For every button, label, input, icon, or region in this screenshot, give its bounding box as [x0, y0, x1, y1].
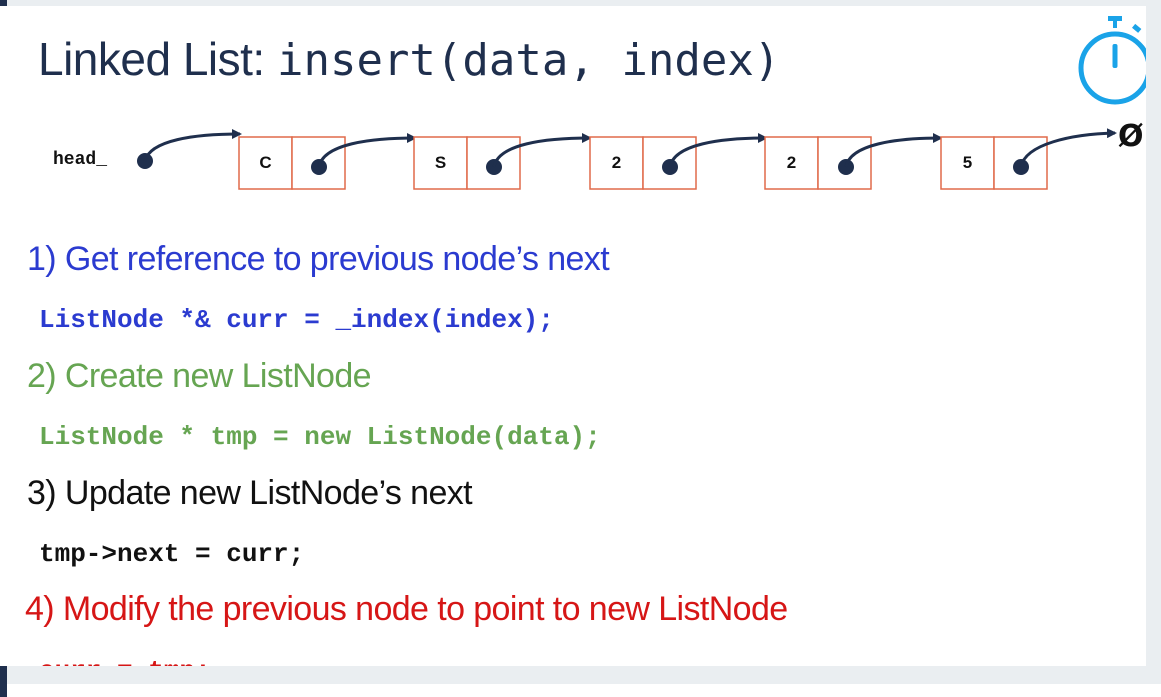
- head-label: head_: [53, 150, 107, 170]
- list-node: 2: [589, 133, 768, 190]
- stopwatch-icon: [1078, 16, 1146, 105]
- node-value: C: [259, 153, 271, 172]
- list-node: 2: [764, 133, 943, 190]
- step-1-label: 1) Get reference to previous node’s next: [27, 240, 610, 278]
- step-4-code: curr = tmp;: [39, 656, 211, 666]
- linked-list-diagram: head_ C S 2 2 5 Ø: [53, 119, 1144, 190]
- list-node: S: [413, 133, 592, 190]
- null-symbol: Ø: [1118, 119, 1144, 154]
- node-value: 2: [612, 153, 621, 172]
- next-slide-peek: [0, 684, 1161, 697]
- step-3-code: tmp->next = curr;: [39, 539, 305, 569]
- step-4-label: 4) Modify the previous node to point to …: [25, 590, 788, 628]
- list-node: C: [238, 133, 417, 190]
- node-value: 5: [963, 153, 972, 172]
- head-pointer-arrow: [143, 129, 242, 162]
- step-1-code: ListNode *& curr = _index(index);: [39, 305, 554, 335]
- step-2-code: ListNode * tmp = new ListNode(data);: [39, 422, 601, 452]
- node-value: S: [435, 153, 446, 172]
- step-2-label: 2) Create new ListNode: [27, 357, 372, 395]
- list-node: 5: [940, 128, 1117, 190]
- node-value: 2: [787, 153, 796, 172]
- next-slide-accent-bar: [0, 684, 7, 697]
- step-3-label: 3) Update new ListNode’s next: [27, 474, 473, 512]
- slide: Linked List: insert(data, index) head_ C…: [0, 6, 1146, 666]
